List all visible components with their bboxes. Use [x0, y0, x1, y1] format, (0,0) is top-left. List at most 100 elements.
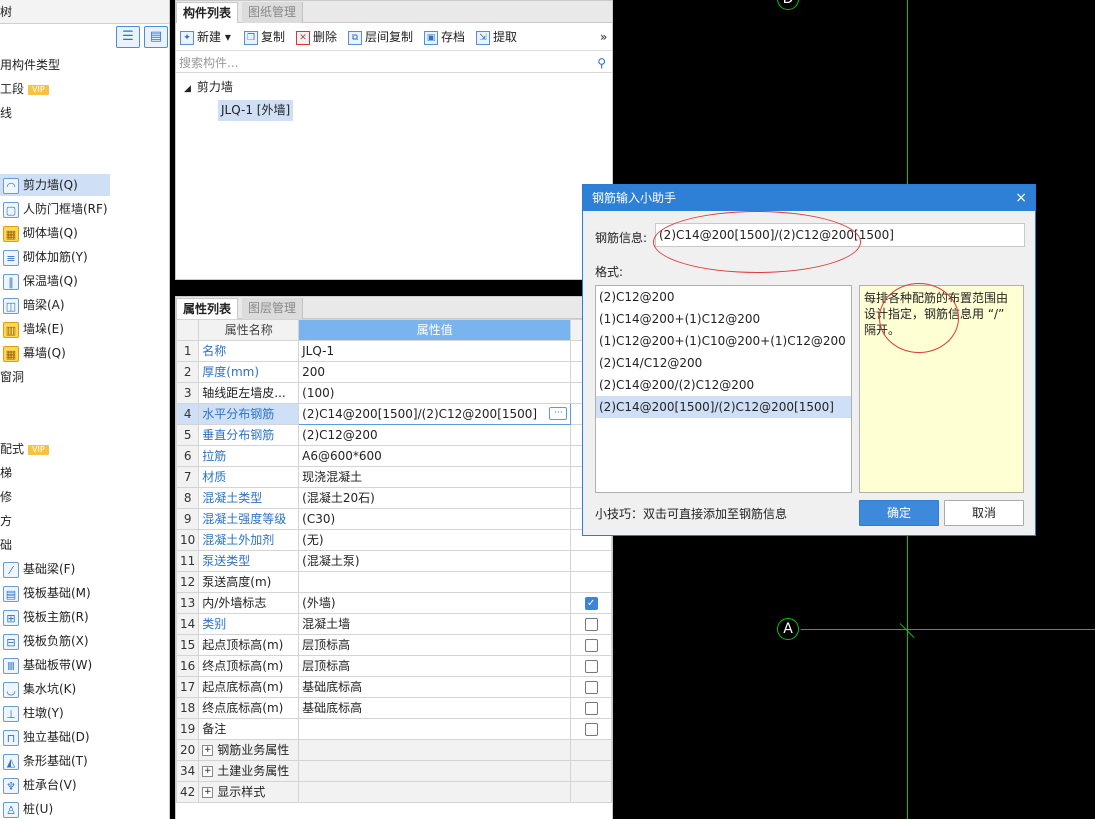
property-row[interactable]: 1 名称 JLQ-1 [175, 340, 612, 362]
property-value[interactable] [298, 781, 572, 803]
property-index[interactable]: 13 [175, 592, 200, 614]
tree-item-21[interactable]: Ⅲ 基础板带(W) [0, 654, 110, 676]
tab-component-list[interactable]: 构件列表 [176, 2, 239, 23]
property-row[interactable]: 4 水平分布钢筋 (2)C14@200[1500]/(2)C12@200[1500]… [175, 403, 612, 425]
property-row[interactable]: 5 垂直分布钢筋 (2)C12@200 [175, 424, 612, 446]
property-name[interactable]: 混凝土外加剂 [198, 529, 300, 551]
property-value[interactable]: (100) [298, 382, 572, 404]
property-row[interactable]: 14 类别 混凝土墙 [175, 613, 612, 635]
property-value[interactable]: (2)C12@200 [298, 424, 572, 446]
property-attach[interactable] [570, 634, 612, 656]
save-button[interactable]: ▣ 存档 [424, 28, 465, 46]
property-index[interactable]: 8 [175, 487, 200, 509]
property-index[interactable]: 5 [175, 424, 200, 446]
rebar-info-input[interactable]: (2)C14@200[1500]/(2)C12@200[1500] [655, 223, 1025, 247]
property-row[interactable]: 20 + 钢筋业务属性 [175, 739, 612, 761]
collapse-icon[interactable]: ◢ [184, 84, 191, 94]
property-value[interactable]: (混凝土20石) [298, 487, 572, 509]
tree-item-5[interactable]: ▦ 砌体墙(Q) [0, 222, 110, 244]
tree-item-6[interactable]: ≡ 砌体加筋(Y) [0, 246, 110, 268]
property-attach[interactable] [570, 760, 612, 782]
tree-item-1[interactable]: 工段 VIP [0, 78, 160, 100]
attach-checkbox[interactable] [584, 702, 598, 715]
tree-item-8[interactable]: ◫ 暗梁(A) [0, 294, 110, 316]
tree-item-18[interactable]: ▤ 筏板基础(M) [0, 582, 110, 604]
new-button[interactable]: ✦ 新建 ▾ [180, 28, 231, 46]
property-attach[interactable] [570, 550, 612, 572]
search-icon[interactable]: ⚲ [597, 53, 606, 73]
property-value[interactable]: JLQ-1 [298, 340, 572, 362]
property-row[interactable]: 18 终点底标高(m) 基础底标高 [175, 697, 612, 719]
property-attach[interactable] [570, 718, 612, 740]
property-index[interactable]: 16 [175, 655, 200, 677]
format-option[interactable]: (2)C12@200 [596, 286, 851, 308]
property-name[interactable]: 拉筋 [198, 445, 300, 467]
property-row[interactable]: 19 备注 [175, 718, 612, 740]
property-name[interactable]: 厚度(mm) [198, 361, 300, 383]
property-index[interactable]: 34 [175, 760, 200, 782]
tab-property-list[interactable]: 属性列表 [176, 298, 239, 319]
ellipsis-button[interactable]: ··· [549, 407, 568, 420]
property-index[interactable]: 6 [175, 445, 200, 467]
property-value[interactable]: 层顶标高 [298, 655, 572, 677]
list-view-icon[interactable]: ☰ [116, 26, 140, 48]
property-index[interactable]: 19 [175, 718, 200, 740]
format-option[interactable]: (2)C14/C12@200 [596, 352, 851, 374]
property-attach[interactable] [570, 655, 612, 677]
property-name[interactable]: 内/外墙标志 [198, 592, 300, 614]
property-value[interactable]: 基础底标高 [298, 676, 572, 698]
attach-checkbox[interactable] [584, 618, 598, 631]
tree-item-12[interactable]: 配式 VIP [0, 438, 160, 460]
format-option[interactable]: (1)C12@200+(1)C10@200+(1)C12@200 [596, 330, 851, 352]
tree-item-22[interactable]: ◡ 集水坑(K) [0, 678, 110, 700]
expand-icon[interactable]: + [202, 745, 214, 756]
property-index[interactable]: 42 [175, 781, 200, 803]
format-option[interactable]: (2)C14@200/(2)C12@200 [596, 374, 851, 396]
property-value[interactable]: (无) [298, 529, 572, 551]
property-row[interactable]: 16 终点顶标高(m) 层顶标高 [175, 655, 612, 677]
expand-icon[interactable]: + [202, 766, 214, 777]
tree-item-26[interactable]: ♆ 桩承台(V) [0, 774, 110, 796]
property-name[interactable]: 混凝土类型 [198, 487, 300, 509]
expand-icon[interactable]: + [202, 787, 214, 798]
property-value[interactable]: 层顶标高 [298, 634, 572, 656]
property-row[interactable]: 15 起点顶标高(m) 层顶标高 [175, 634, 612, 656]
property-row[interactable]: 13 内/外墙标志 (外墙) ✓ [175, 592, 612, 614]
property-name[interactable]: + 显示样式 [198, 781, 300, 803]
floor-copy-button[interactable]: ⧉ 层间复制 [348, 28, 413, 46]
tree-item-27[interactable]: ♙ 桩(U) [0, 798, 110, 819]
tree-item-15[interactable]: 方 [0, 510, 160, 532]
tree-item-4[interactable]: ▢ 人防门框墙(RF) [0, 198, 110, 220]
property-row[interactable]: 11 泵送类型 (混凝土泵) [175, 550, 612, 572]
property-value[interactable]: 混凝土墙 [298, 613, 572, 635]
property-index[interactable]: 15 [175, 634, 200, 656]
tab-layer-management[interactable]: 图层管理 [242, 298, 304, 319]
tree-group-shear-wall[interactable]: ◢ 剪力墙 [184, 77, 233, 97]
format-option[interactable]: (2)C14@200[1500]/(2)C12@200[1500] [596, 396, 851, 418]
cancel-button[interactable]: 取消 [944, 500, 1024, 526]
property-index[interactable]: 1 [175, 340, 200, 362]
tree-item-23[interactable]: ⊥ 柱墩(Y) [0, 702, 110, 724]
ok-button[interactable]: 确定 [859, 500, 939, 526]
property-index[interactable]: 9 [175, 508, 200, 530]
property-row[interactable]: 17 起点底标高(m) 基础底标高 [175, 676, 612, 698]
property-row[interactable]: 9 混凝土强度等级 (C30) [175, 508, 612, 530]
tree-item-0[interactable]: 用构件类型 [0, 54, 160, 76]
property-name[interactable]: 混凝土强度等级 [198, 508, 300, 530]
property-value[interactable] [298, 760, 572, 782]
tree-item-24[interactable]: ⊓ 独立基础(D) [0, 726, 110, 748]
property-row[interactable]: 3 轴线距左墙皮... (100) [175, 382, 612, 404]
property-value[interactable]: 200 [298, 361, 572, 383]
property-attach[interactable] [570, 697, 612, 719]
property-index[interactable]: 3 [175, 382, 200, 404]
tree-item-3[interactable]: ◠ 剪力墙(Q) [0, 174, 110, 196]
property-row[interactable]: 10 混凝土外加剂 (无) [175, 529, 612, 551]
property-value[interactable]: 现浇混凝土 [298, 466, 572, 488]
tab-drawing-management[interactable]: 图纸管理 [242, 2, 304, 23]
property-value[interactable]: (C30) [298, 508, 572, 530]
attach-checkbox[interactable]: ✓ [584, 597, 598, 610]
property-index[interactable]: 14 [175, 613, 200, 635]
property-name[interactable]: 垂直分布钢筋 [198, 424, 300, 446]
property-value[interactable] [298, 571, 572, 593]
attach-checkbox[interactable] [584, 723, 598, 736]
